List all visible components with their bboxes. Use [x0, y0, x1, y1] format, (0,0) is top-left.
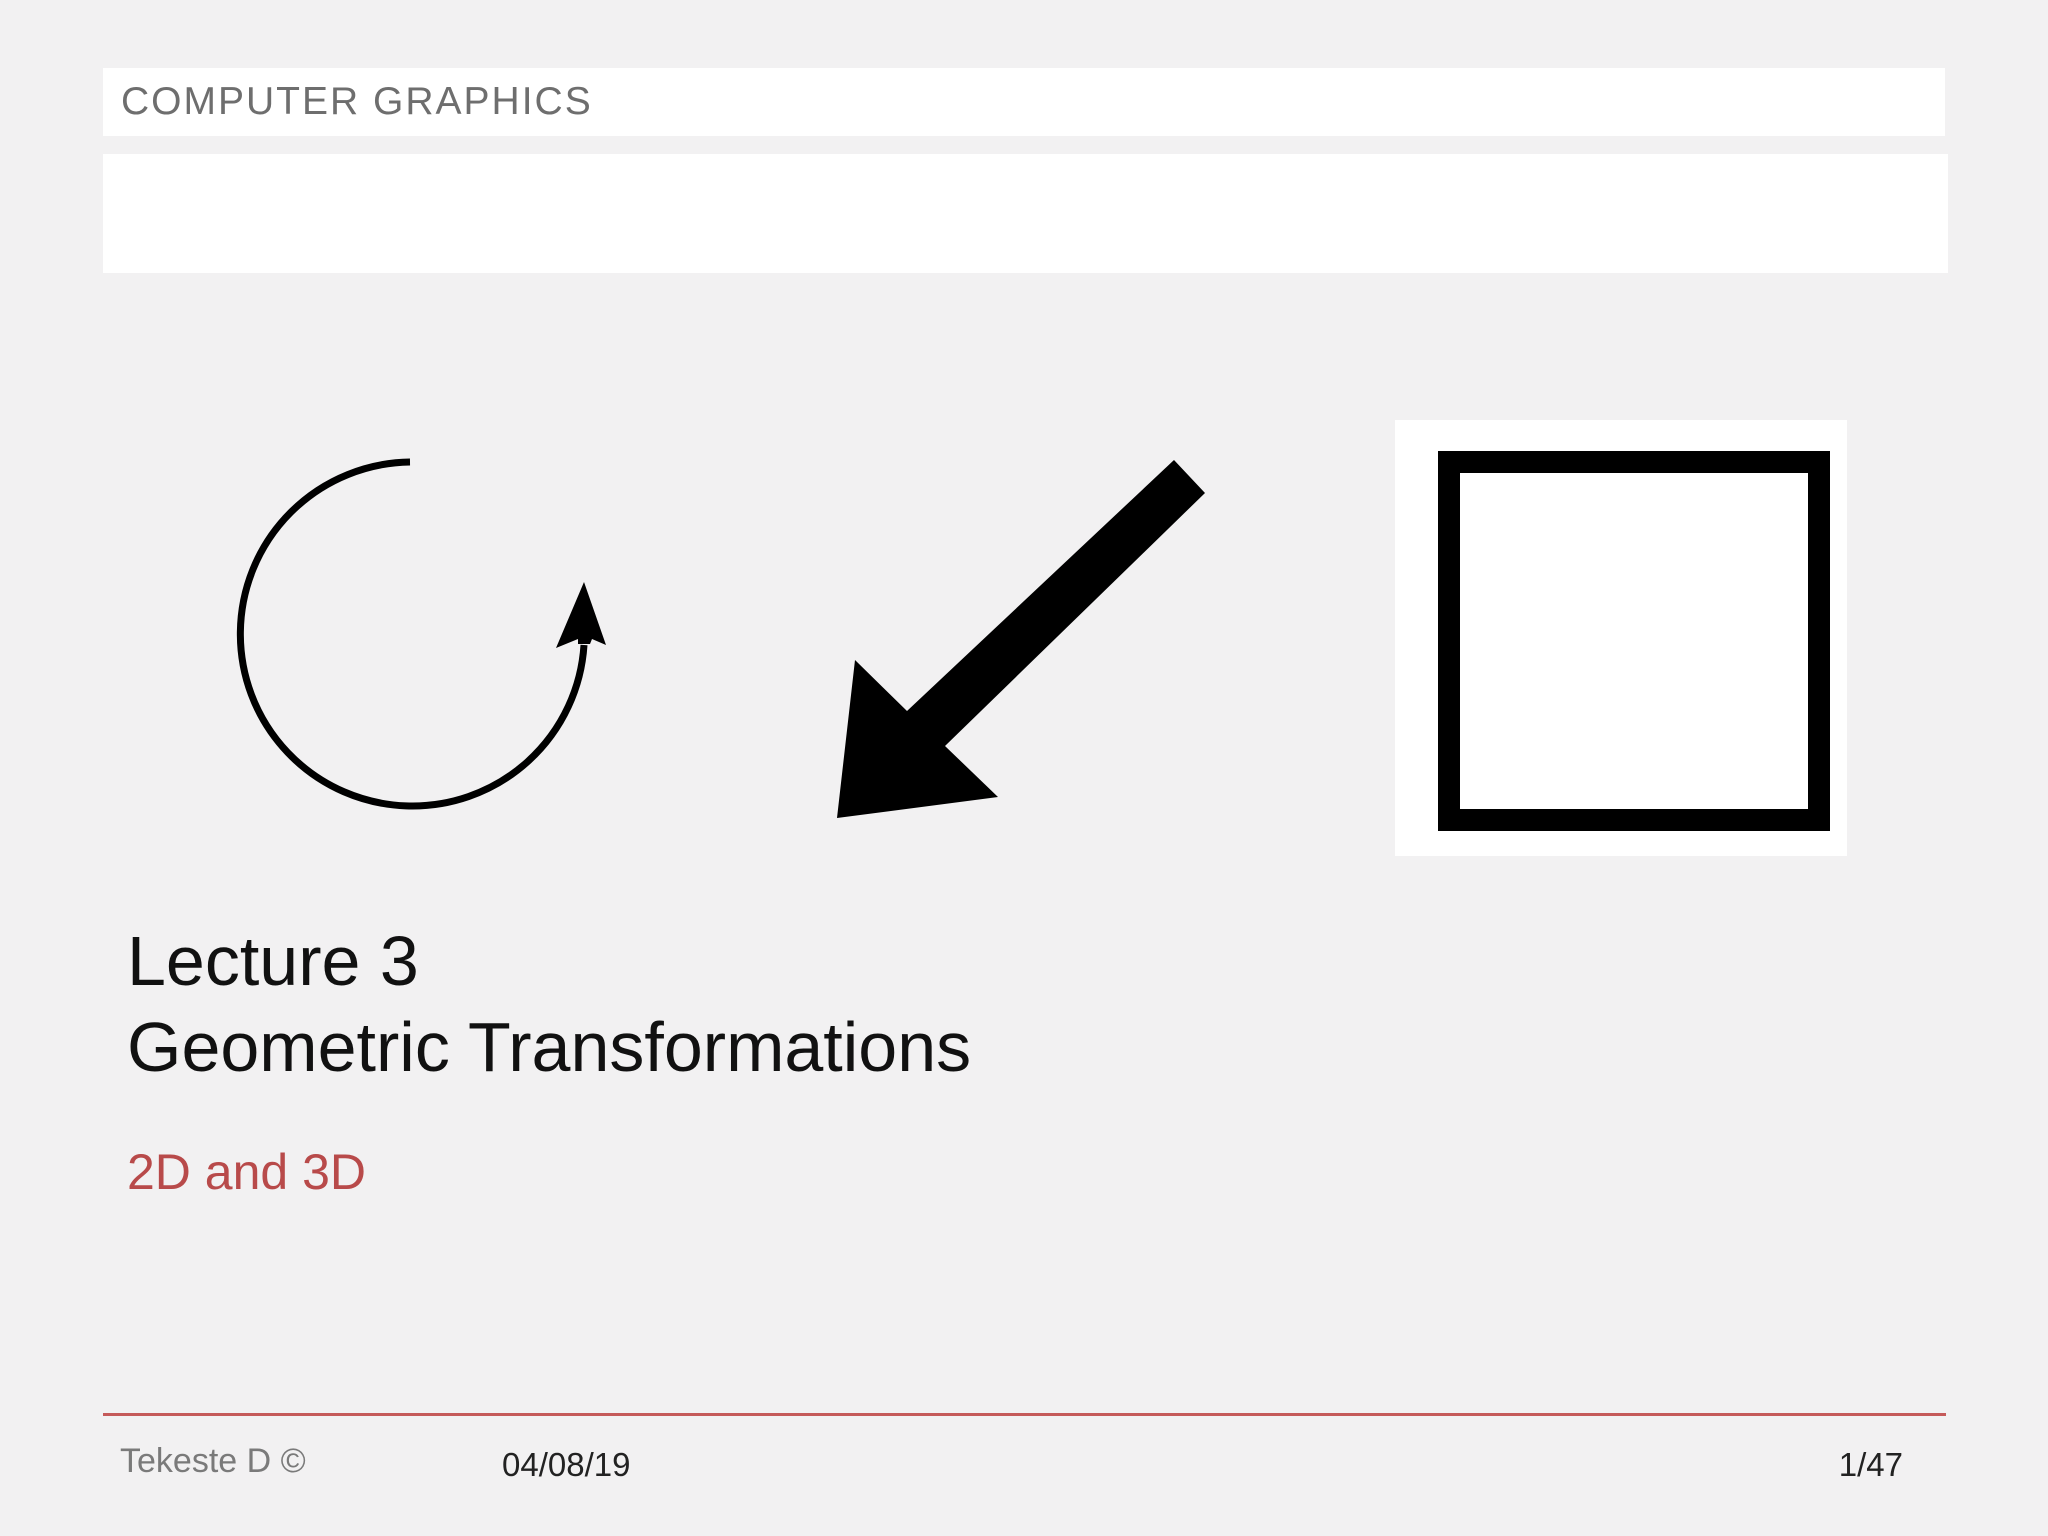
rotate-icon [236, 458, 606, 810]
slide-subtitle: 2D and 3D [127, 1144, 367, 1200]
title-line-lecture: Lecture 3 [127, 922, 419, 1000]
title-line-topic: Geometric Transformations [127, 1008, 972, 1086]
scale-figure-frame [1395, 420, 1847, 856]
footer-divider [103, 1413, 1946, 1416]
header-bar: COMPUTER GRAPHICS [103, 68, 1945, 136]
title-placeholder-band [103, 154, 1948, 273]
footer-author: Tekeste D © [120, 1442, 306, 1480]
arrow-down-left-icon [837, 460, 1205, 818]
slide-title: Lecture 3 Geometric Transformations [127, 918, 971, 1090]
footer-date: 04/08/19 [502, 1446, 631, 1483]
slide-number: 1/47 [1838, 1446, 1903, 1483]
section-label: COMPUTER GRAPHICS [121, 80, 593, 123]
square-icon [1438, 451, 1830, 831]
